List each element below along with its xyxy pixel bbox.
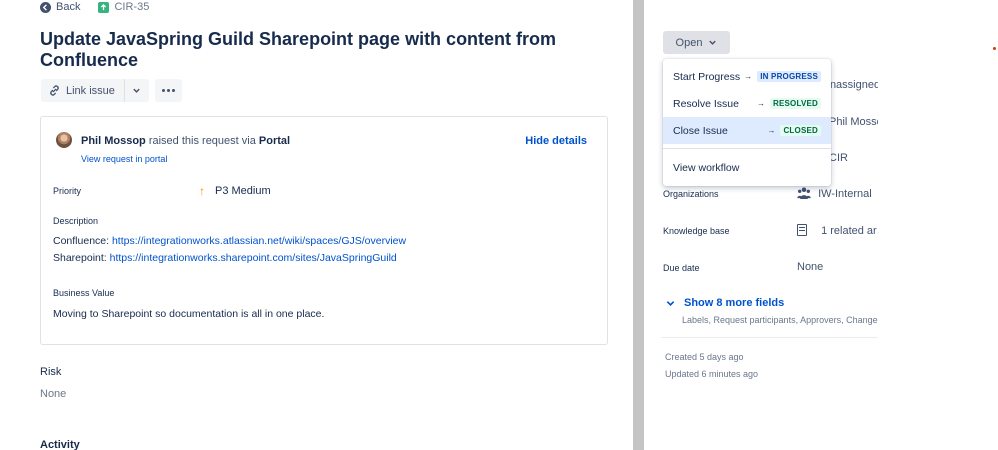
channel-name: Portal [258,135,291,147]
link-issue-label: Link issue [66,84,115,97]
status-transition-menu: Start Progress → IN PROGRESS Resolve Iss… [663,59,831,186]
raised-via-text: raised this request via [145,135,259,147]
description-label: Description [53,216,99,226]
more-actions-button[interactable] [154,79,182,102]
link-issue-group: Link issue [41,79,149,102]
description-prefix: Confluence: [53,235,112,247]
avatar [56,132,72,148]
transition-resolve-issue[interactable]: Resolve Issue → RESOLVED [663,90,831,117]
request-type-value[interactable]: CIR [829,152,869,164]
view-workflow-link[interactable]: View workflow [663,154,831,181]
chevron-down-icon [709,40,717,45]
business-value-text: Moving to Sharepoint so documentation is… [53,308,325,320]
people-group-icon [797,187,811,199]
sharepoint-link[interactable]: https://integrationworks.sharepoint.com/… [110,252,397,264]
issue-actions: Link issue [41,79,182,102]
transition-target: → CLOSED [767,125,821,136]
back-button[interactable]: Back [40,1,80,13]
link-issue-button[interactable]: Link issue [41,79,125,102]
divider [661,337,878,338]
updated-timestamp: Updated 6 minutes ago [665,369,759,379]
view-request-in-portal-link[interactable]: View request in portal [81,154,167,164]
knowledge-base-value-text: 1 related ar [821,225,877,237]
transition-target: → RESOLVED [757,98,821,109]
priority-value-text: P3 Medium [215,185,271,197]
status-lozenge: CLOSED [780,125,821,136]
more-icon [161,89,175,92]
reporter-name[interactable]: Phil Mossop [81,135,146,147]
priority-value: ↑ P3 Medium [199,184,271,198]
issue-key-label: CIR-35 [114,1,150,13]
knowledge-base-value[interactable]: 1 related ar [797,224,878,237]
request-type-value-text: CIR [829,152,848,164]
show-more-fields-button[interactable]: Show 8 more fields [666,297,784,309]
organizations-value[interactable]: IW-Internal [797,187,872,200]
description-line: Sharepoint: https://integrationworks.sha… [53,252,397,264]
hidden-fields-summary: Labels, Request participants, Approvers,… [682,315,878,325]
request-details-card: Phil Mossop raised this request via Port… [40,116,608,345]
reporter-value[interactable]: Phil Mossop [829,116,878,128]
business-value-label: Business Value [53,288,115,298]
issue-title[interactable]: Update JavaSpring Guild Sharepoint page … [40,29,600,71]
due-date-label: Due date [663,263,700,273]
issue-sidebar: Open Unassigned Phil Mossop CIR Organiza… [644,0,998,450]
link-issue-dropdown-button[interactable] [125,79,149,102]
transition-label: Close Issue [673,124,728,137]
menu-divider [663,148,831,149]
status-lozenge: IN PROGRESS [757,71,821,82]
reporter-value-text: Phil Mossop [829,116,878,128]
request-raised-text: Phil Mossop raised this request via Port… [81,135,290,147]
status-lozenge: RESOLVED [769,98,821,109]
created-timestamp: Created 5 days ago [665,352,744,362]
due-date-value[interactable]: None [797,261,823,273]
chevron-down-icon [133,88,141,93]
transition-label: Start Progress [673,70,741,83]
panel-resize-divider[interactable] [633,0,644,450]
confluence-link[interactable]: https://integrationworks.atlassian.net/w… [112,235,406,247]
priority-label: Priority [53,186,82,196]
knowledge-base-label: Knowledge base [663,226,730,236]
activity-heading: Activity [40,439,80,450]
organizations-label: Organizations [663,189,719,199]
description-prefix: Sharepoint: [53,252,110,264]
transition-target: → IN PROGRESS [744,71,821,82]
arrow-right-icon: → [756,99,765,108]
transition-start-progress[interactable]: Start Progress → IN PROGRESS [663,63,831,90]
issue-main-panel: Back CIR-35 Update JavaSpring Guild Shar… [0,0,633,450]
top-navigation: Back CIR-35 [40,0,149,14]
risk-label: Risk [40,366,62,378]
back-arrow-icon [40,1,51,13]
notification-dot [993,47,996,50]
arrow-right-icon: → [767,126,776,135]
transition-close-issue[interactable]: Close Issue → CLOSED [663,117,831,144]
risk-value[interactable]: None [40,388,66,400]
organizations-value-text: IW-Internal [818,188,872,200]
article-icon [797,224,807,236]
issue-key-link[interactable]: CIR-35 [98,1,149,13]
link-icon [50,85,59,96]
chevron-down-icon [666,300,675,306]
status-label: Open [675,36,703,49]
show-more-label: Show 8 more fields [684,297,785,309]
priority-medium-icon: ↑ [199,184,205,198]
back-label: Back [56,1,81,13]
description-line: Confluence: https://integrationworks.atl… [53,235,406,247]
transition-label: Resolve Issue [673,97,739,110]
hide-details-button[interactable]: Hide details [525,135,587,147]
arrow-right-icon: → [744,72,753,81]
status-dropdown-button[interactable]: Open [663,31,730,54]
issue-type-icon [98,1,110,13]
